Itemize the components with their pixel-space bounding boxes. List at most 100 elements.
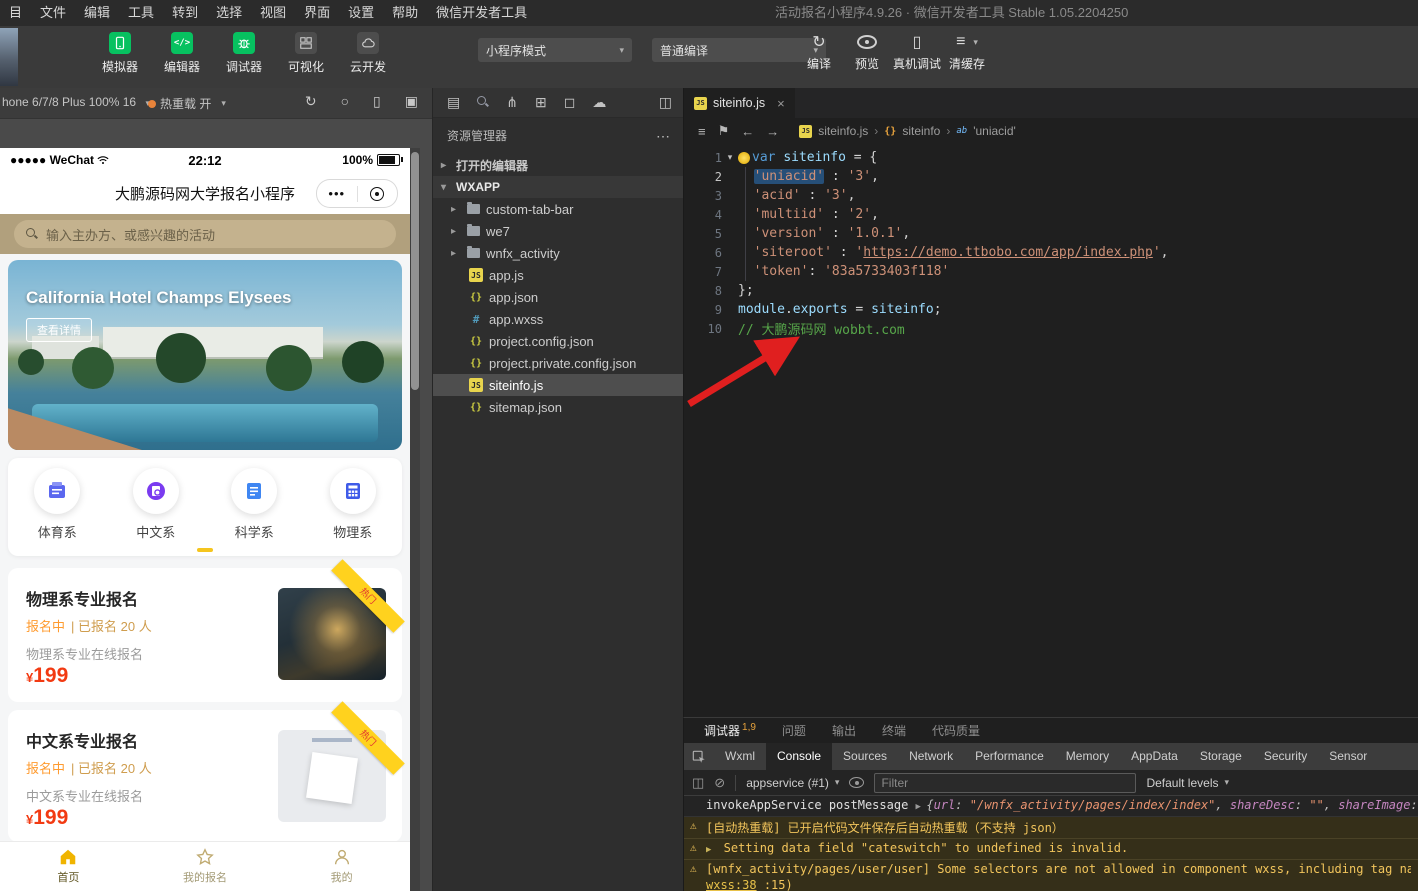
tab-debugger[interactable]: 调试器1,9 xyxy=(704,722,756,739)
tree-item-app-json[interactable]: app.json xyxy=(433,286,684,308)
devtools-tab-console[interactable]: Console xyxy=(766,743,832,770)
category-science[interactable]: 科学系 xyxy=(205,458,304,556)
hot-reload-toggle[interactable]: 热重载 开 ▾ xyxy=(148,95,226,112)
menu-item-help[interactable]: 帮助 xyxy=(383,0,427,26)
console-filter-input[interactable] xyxy=(874,773,1136,793)
panel-layout-icon[interactable]: ◫ xyxy=(659,94,672,111)
tab-problems[interactable]: 问题 xyxy=(782,722,806,739)
devtools-tab-network[interactable]: Network xyxy=(898,743,964,770)
menu-item-view[interactable]: 视图 xyxy=(251,0,295,26)
rotate-icon[interactable]: ↻ xyxy=(305,93,317,110)
activity-card-chinese[interactable]: 中文系专业报名 报名中 | 已报名 20 人 中文系专业在线报名 ¥ 199 热… xyxy=(8,710,402,842)
preview-button[interactable]: 预览 xyxy=(845,32,889,72)
code-line[interactable]: 2 'uniacid' : '3', xyxy=(684,167,1418,186)
tab-code-quality[interactable]: 代码质量 xyxy=(932,722,980,739)
execution-context-select[interactable]: appservice (#1) ▾ xyxy=(746,776,839,790)
record-icon[interactable]: ○ xyxy=(341,93,349,110)
code-area[interactable]: 1 ▾ var siteinfo = { 2 'uniacid' : '3', … xyxy=(684,144,1418,717)
forward-icon[interactable]: → xyxy=(766,124,779,139)
expand-icon[interactable]: ▶ xyxy=(706,845,711,855)
code-line[interactable]: 3 'acid' : '3', xyxy=(684,186,1418,205)
devtools-tab-storage[interactable]: Storage xyxy=(1189,743,1253,770)
category-chinese[interactable]: 中文系 xyxy=(107,458,206,556)
devtools-tab-sensor[interactable]: Sensor xyxy=(1318,743,1378,770)
tab-profile[interactable]: 我的 xyxy=(273,842,410,891)
banner-detail-button[interactable]: 查看详情 xyxy=(26,318,92,342)
tree-item-sitemap-json[interactable]: sitemap.json xyxy=(433,396,684,418)
back-icon[interactable]: ← xyxy=(741,124,754,139)
fold-icon[interactable]: ▾ xyxy=(722,152,738,163)
code-line[interactable]: 8 }; xyxy=(684,281,1418,300)
cloud-dev-button[interactable]: 云开发 xyxy=(344,32,392,75)
devtools-tab-performance[interactable]: Performance xyxy=(964,743,1055,770)
close-tab-icon[interactable]: × xyxy=(777,96,785,111)
menu-item-interface[interactable]: 界面 xyxy=(295,0,339,26)
category-sports[interactable]: 体育系 xyxy=(8,458,107,556)
console-sidebar-icon[interactable]: ◫ xyxy=(692,775,704,791)
tree-item-we7[interactable]: ▸ we7 xyxy=(433,220,684,242)
inspect-element-icon[interactable] xyxy=(684,743,714,770)
code-line[interactable]: 4 'multiid' : '2', xyxy=(684,205,1418,224)
more-menu-button[interactable]: ••• xyxy=(317,189,357,199)
menu-item-settings[interactable]: 设置 xyxy=(339,0,383,26)
clear-console-icon[interactable]: ⊘ xyxy=(714,775,725,791)
outline-icon[interactable]: ≡ xyxy=(698,124,706,139)
code-line[interactable]: 10 // 大鹏源码网 wobbt.com xyxy=(684,319,1418,338)
category-physics[interactable]: 物理系 xyxy=(304,458,403,556)
files-icon[interactable]: ▤ xyxy=(447,94,460,111)
device-debug-button[interactable]: ▯ 真机调试 xyxy=(893,32,941,72)
open-editors-section[interactable]: ▸ 打开的编辑器 xyxy=(433,154,684,176)
devtools-tab-memory[interactable]: Memory xyxy=(1055,743,1120,770)
tab-my-registrations[interactable]: 我的报名 xyxy=(137,842,274,891)
tab-terminal[interactable]: 终端 xyxy=(882,722,906,739)
menu-item-select[interactable]: 选择 xyxy=(207,0,251,26)
breadcrumb-symbol[interactable]: siteinfo xyxy=(902,124,940,138)
device-selector[interactable]: hone 6/7/8 Plus 100% 16 ▾ xyxy=(2,95,150,109)
tab-output[interactable]: 输出 xyxy=(832,722,856,739)
extensions-icon[interactable]: ⊞ xyxy=(535,94,547,111)
tree-item-siteinfo-js[interactable]: siteinfo.js xyxy=(433,374,684,396)
code-line[interactable]: 7 'token': '83a5733403f118' xyxy=(684,262,1418,281)
code-line[interactable]: 9 module.exports = siteinfo; xyxy=(684,300,1418,319)
tab-home[interactable]: 首页 xyxy=(0,842,137,891)
lightbulb-icon[interactable] xyxy=(738,152,750,164)
live-expression-eye-icon[interactable] xyxy=(849,777,864,788)
activity-card-physics[interactable]: 物理系专业报名 报名中 | 已报名 20 人 物理系专业在线报名 ¥ 199 热… xyxy=(8,568,402,702)
simulator-toggle-button[interactable]: 模拟器 xyxy=(96,32,144,75)
code-line[interactable]: 5 'version' : '1.0.1', xyxy=(684,224,1418,243)
file-icon[interactable]: ◻ xyxy=(564,94,576,111)
project-root-section[interactable]: ▾ WXAPP xyxy=(433,176,684,198)
more-actions-icon[interactable]: ⋯ xyxy=(656,124,670,148)
devtools-tab-wxml[interactable]: Wxml xyxy=(714,743,766,770)
menu-item-file[interactable]: 文件 xyxy=(31,0,75,26)
simulator-scrollbar[interactable] xyxy=(410,148,420,891)
bookmark-icon[interactable]: ⚑ xyxy=(718,123,730,139)
tree-item-wnfx-activity[interactable]: ▸ wnfx_activity xyxy=(433,242,684,264)
scrollbar-thumb[interactable] xyxy=(411,152,419,390)
breadcrumb-property[interactable]: 'uniacid' xyxy=(973,124,1016,138)
multi-window-icon[interactable]: ▣ xyxy=(405,93,418,110)
menu-item-project[interactable]: 目 xyxy=(0,0,31,26)
close-miniprogram-button[interactable] xyxy=(358,187,398,201)
tree-item-app-js[interactable]: app.js xyxy=(433,264,684,286)
breadcrumb-file[interactable]: siteinfo.js xyxy=(818,124,868,138)
editor-toggle-button[interactable]: </> 编辑器 xyxy=(158,32,206,75)
clear-cache-button[interactable]: ≡▾ 清缓存 xyxy=(945,32,989,72)
tree-item-custom-tab-bar[interactable]: ▸ custom-tab-bar xyxy=(433,198,684,220)
log-levels-select[interactable]: Default levels ▾ xyxy=(1146,776,1229,790)
compile-button[interactable]: ↻ 编译 xyxy=(797,32,841,72)
code-line[interactable]: 6 'siteroot' : 'https://demo.ttbobo.com/… xyxy=(684,243,1418,262)
visual-tool-button[interactable]: 可视化 xyxy=(282,32,330,75)
search-icon[interactable] xyxy=(477,95,489,111)
tab-siteinfo-js[interactable]: JS siteinfo.js × xyxy=(684,88,796,118)
devtools-tab-sources[interactable]: Sources xyxy=(832,743,898,770)
devtools-tab-security[interactable]: Security xyxy=(1253,743,1318,770)
tree-item-app-wxss[interactable]: app.wxss xyxy=(433,308,684,330)
banner-carousel[interactable]: California Hotel Champs Elysees 查看详情 xyxy=(8,260,402,450)
debugger-toggle-button[interactable]: 调试器 xyxy=(220,32,268,75)
code-line[interactable]: 1 ▾ var siteinfo = { xyxy=(684,148,1418,167)
menu-item-edit[interactable]: 编辑 xyxy=(75,0,119,26)
menu-item-tools[interactable]: 工具 xyxy=(119,0,163,26)
git-branch-icon[interactable]: ⋔ xyxy=(506,94,518,111)
devtools-tab-appdata[interactable]: AppData xyxy=(1120,743,1189,770)
